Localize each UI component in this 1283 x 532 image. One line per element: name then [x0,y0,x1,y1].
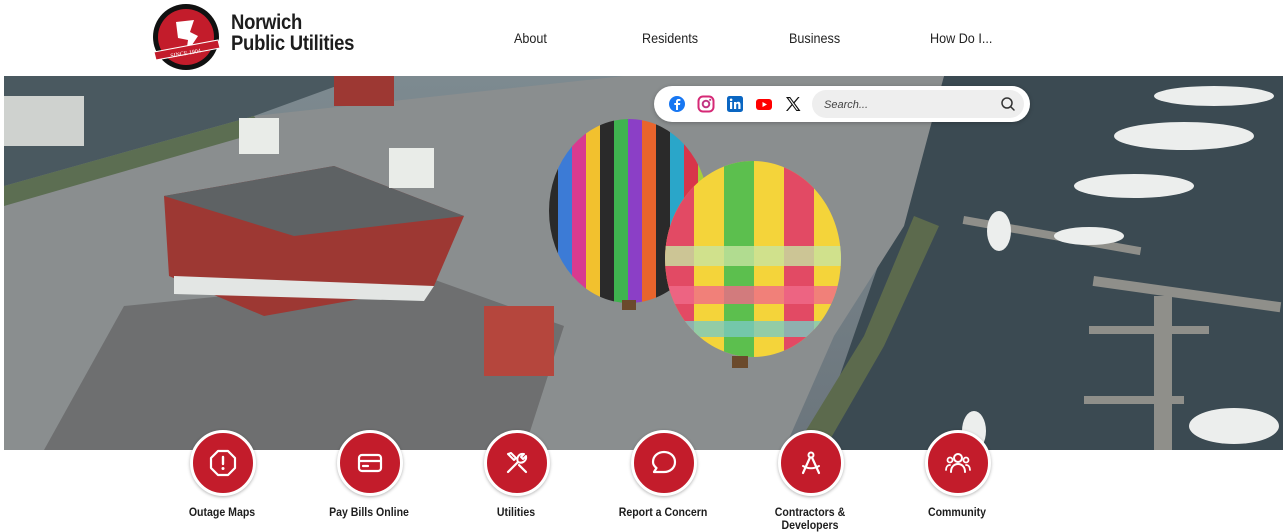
facebook-icon[interactable] [668,95,686,113]
quick-link-label: Community [927,505,987,519]
quick-link-contractors[interactable]: Contractors & Developers [755,430,865,532]
search-box [812,90,1024,118]
npu-logo[interactable]: SINCE 1904 [150,2,222,72]
tools-icon[interactable] [484,430,550,496]
nav-business[interactable]: Business [789,30,840,46]
nav-how-do-i[interactable]: How Do I... [930,30,992,46]
hero-balloons-harbor-illustration [4,76,1283,450]
hero-image [4,76,1283,450]
linkedin-icon[interactable] [726,95,744,113]
site-header: SINCE 1904 Norwich Public Utilities Abou… [0,0,1283,76]
quick-link-label: Outage Maps [188,505,256,519]
brand-line-1: Norwich [231,11,303,34]
quick-link-label: Contractors & Developers [774,505,846,532]
nav-about[interactable]: About [514,30,547,46]
social-search-bar [654,86,1030,122]
quick-link-report-concern[interactable]: Report a Concern [608,430,718,524]
quick-link-label: Pay Bills Online [329,505,409,519]
quick-link-label: Utilities [496,505,536,519]
search-icon[interactable] [1000,96,1016,112]
quick-link-outage-maps[interactable]: Outage Maps [167,430,277,524]
quick-link-pay-bills[interactable]: Pay Bills Online [314,430,424,524]
brand-line-2: Public Utilities [231,32,355,55]
people-icon[interactable] [925,430,991,496]
nav-residents[interactable]: Residents [642,30,698,46]
alert-icon[interactable] [190,430,256,496]
brand-name[interactable]: Norwich Public Utilities [231,12,371,54]
credit-card-icon[interactable] [337,430,403,496]
compass-icon[interactable] [778,430,844,496]
quick-link-community[interactable]: Community [902,430,1012,524]
chat-bubble-icon[interactable] [631,430,697,496]
instagram-icon[interactable] [697,95,715,113]
quick-link-utilities[interactable]: Utilities [461,430,571,524]
youtube-icon[interactable] [755,95,773,113]
search-input[interactable] [822,94,996,116]
x-icon[interactable] [784,95,802,113]
quick-link-label: Report a Concern [618,505,708,519]
